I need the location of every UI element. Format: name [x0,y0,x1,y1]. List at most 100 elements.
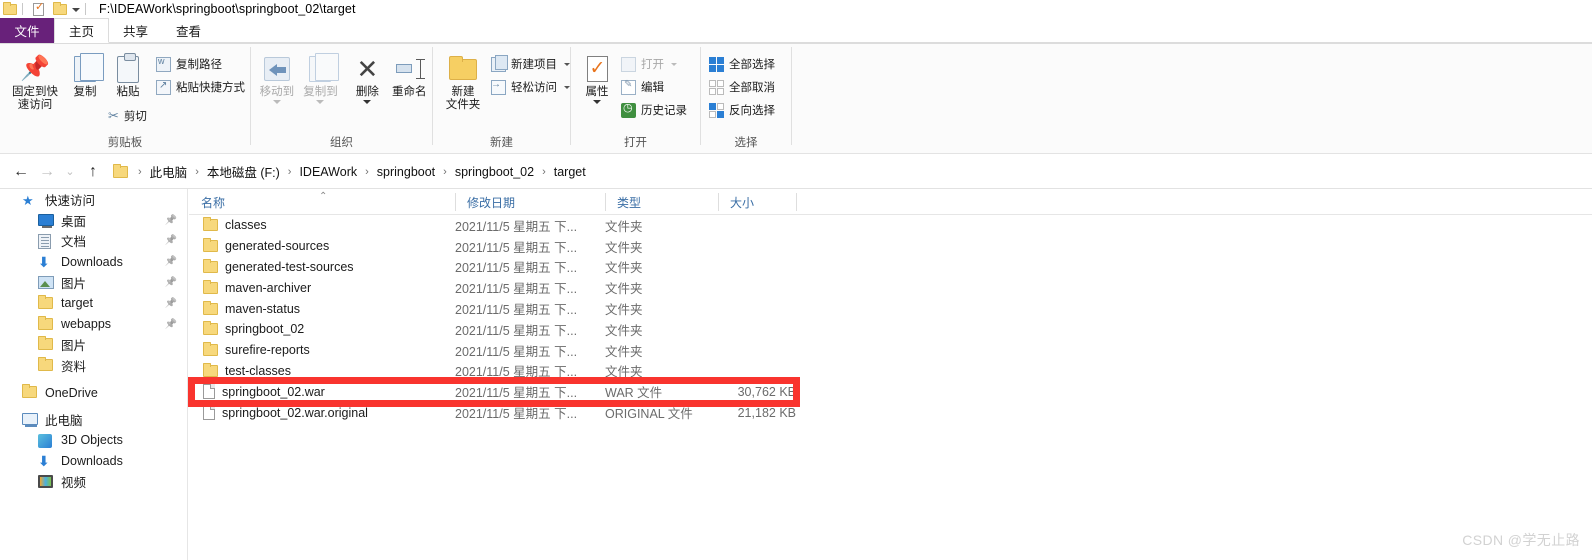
sidebar-item-图片[interactable]: 图片 [0,335,187,356]
open-caret-icon[interactable] [671,62,677,66]
new-item-button[interactable]: 新建项目 [489,54,570,74]
file-date-cell: 2021/11/5 星期五 下... [455,323,578,338]
folder-icon [203,321,218,336]
select-all-button[interactable]: 全部选择 [707,54,775,74]
column-header-size[interactable]: 大小 [718,189,796,215]
breadcrumb-item-0[interactable]: 此电脑 [148,162,190,181]
file-date-cell: 2021/11/5 星期五 下... [455,386,578,401]
breadcrumb-item-2[interactable]: IDEAWork [297,165,359,179]
tab-file[interactable]: 文件 [0,18,54,43]
cut-label: 剪切 [123,111,147,123]
pin-icon[interactable]: 📌 [165,256,177,267]
table-row[interactable]: springboot_02.war.original 2021/11/5 星期五 … [189,402,1592,423]
history-button[interactable]: 历史记录 [619,100,687,120]
select-all-label: 全部选择 [729,59,775,71]
column-header-date[interactable]: 修改日期 [455,189,605,215]
pin-to-quick-access-button[interactable]: 📌 固定到快 速访问 [6,49,64,112]
table-row[interactable]: generated-test-sources 2021/11/5 星期五 下...… [189,257,1592,278]
column-header-type[interactable]: 类型 [605,189,718,215]
sidebar-item-target[interactable]: target 📌 [0,293,187,314]
sidebar-item-文档[interactable]: 文档 📌 [0,231,187,252]
customize-qat-caret-icon[interactable] [72,8,80,12]
pin-icon[interactable]: 📌 [165,215,177,226]
pin-icon[interactable]: 📌 [165,319,177,330]
sidebar-item-此电脑[interactable]: 此电脑 [0,409,187,430]
file-name-cell: springboot_02.war.original [203,405,368,421]
easy-access-button[interactable]: 轻松访问 [489,77,570,97]
open-button[interactable]: 打开 [619,54,687,74]
edit-button[interactable]: 编辑 [619,77,687,97]
file-name-label: test-classes [225,363,291,378]
properties-icon [586,52,608,86]
sidebar-item-资料[interactable]: 资料 [0,355,187,376]
move-to-button[interactable]: 移动到 [255,49,299,104]
sidebar-item-3d-objects[interactable]: 3D Objects [0,430,187,451]
copy-button[interactable]: 复制 [64,49,106,99]
breadcrumb-item-3[interactable]: springboot [375,165,437,179]
new-folder-button[interactable]: 新建 文件夹 [443,49,483,112]
back-arrow-icon[interactable]: ← [8,159,34,185]
folder-icon[interactable] [3,1,17,15]
qat-divider-2 [85,3,86,15]
select-none-button[interactable]: 全部取消 [707,77,775,97]
breadcrumb-item-1[interactable]: 本地磁盘 (F:) [205,162,282,181]
pin-icon[interactable]: 📌 [165,277,177,288]
delete-caret-icon[interactable] [363,100,372,104]
breadcrumb-item-4[interactable]: springboot_02 [453,165,536,179]
properties-icon[interactable] [33,1,44,16]
file-size-cell: 30,762 KB [737,384,796,399]
rename-button[interactable]: 重命名 [387,49,432,99]
table-row[interactable]: generated-sources 2021/11/5 星期五 下... 文件夹 [189,236,1592,257]
sidebar-item-webapps[interactable]: webapps 📌 [0,314,187,335]
move-to-caret-icon[interactable] [272,100,281,104]
folder-icon [203,300,218,315]
sidebar-item-onedrive[interactable]: OneDrive [0,382,187,403]
paste-button[interactable]: 粘贴 [106,49,150,99]
properties-caret-icon[interactable] [593,100,601,104]
forward-arrow-icon[interactable]: → [34,159,60,185]
ribbon-group-label-select: 选择 [734,137,758,149]
table-row[interactable]: classes 2021/11/5 星期五 下... 文件夹 [189,215,1592,236]
tab-share[interactable]: 共享 [109,18,163,43]
copy-to-button[interactable]: 复制到 [299,49,343,104]
new-folder-icon[interactable] [53,1,67,15]
copy-to-caret-icon[interactable] [316,100,325,104]
delete-button[interactable]: ✕ 删除 [348,49,386,104]
breadcrumb-item-5[interactable]: target [552,165,588,179]
properties-button[interactable]: 属性 [577,49,617,104]
table-row[interactable]: surefire-reports 2021/11/5 星期五 下... 文件夹 [189,340,1592,361]
navigation-pane[interactable]: ★ 快速访问 桌面 📌 文档 📌 ⬇ Downloads 📌 图片 📌 target 📌 webapps 📌… [0,189,188,560]
sidebar-item-快速访问[interactable]: ★ 快速访问 [0,189,187,210]
pin-icon[interactable]: 📌 [165,298,177,309]
cut-button[interactable]: ✂ 剪切 [106,106,147,126]
paste-shortcut-button[interactable]: 粘贴快捷方式 [154,77,245,97]
file-type-cell: 文件夹 [605,282,643,297]
copy-label: 复制 [73,86,97,98]
file-name-cell: generated-sources [203,238,329,253]
table-row[interactable]: test-classes 2021/11/5 星期五 下... 文件夹 [189,361,1592,382]
table-row[interactable]: maven-status 2021/11/5 星期五 下... 文件夹 [189,298,1592,319]
column-divider-4[interactable] [796,193,797,211]
tab-view[interactable]: 查看 [162,18,216,43]
sidebar-item-label: target [61,296,93,311]
sidebar-item-桌面[interactable]: 桌面 📌 [0,210,187,231]
file-type-cell: 文件夹 [605,323,643,338]
sidebar-item-label: Downloads [61,254,123,269]
table-row[interactable]: springboot_02.war 2021/11/5 星期五 下... WAR 文… [189,381,1592,402]
breadcrumb[interactable]: › 此电脑 › 本地磁盘 (F:) › IDEAWork › springboo… [106,158,1582,185]
file-list-column-header: 名称 ⌃ 修改日期 类型 大小 [189,189,1592,215]
file-list-pane[interactable]: 名称 ⌃ 修改日期 类型 大小 classes 2021/11/5 星期五 下..… [189,189,1592,560]
sidebar-item-视频[interactable]: 视频 [0,471,187,492]
pin-icon[interactable]: 📌 [165,235,177,246]
sidebar-item-图片[interactable]: 图片 📌 [0,272,187,293]
copy-path-button[interactable]: 复制路径 [154,54,245,74]
qat-divider [22,3,23,15]
up-arrow-icon[interactable]: ↑ [80,159,106,185]
table-row[interactable]: maven-archiver 2021/11/5 星期五 下... 文件夹 [189,277,1592,298]
sidebar-item-downloads[interactable]: ⬇ Downloads 📌 [0,251,187,272]
tab-home[interactable]: 主页 [54,18,110,43]
sidebar-item-downloads[interactable]: ⬇ Downloads [0,451,187,472]
invert-selection-button[interactable]: 反向选择 [707,100,775,120]
table-row[interactable]: springboot_02 2021/11/5 星期五 下... 文件夹 [189,319,1592,340]
recent-locations-icon[interactable]: ⌄ [60,159,80,185]
